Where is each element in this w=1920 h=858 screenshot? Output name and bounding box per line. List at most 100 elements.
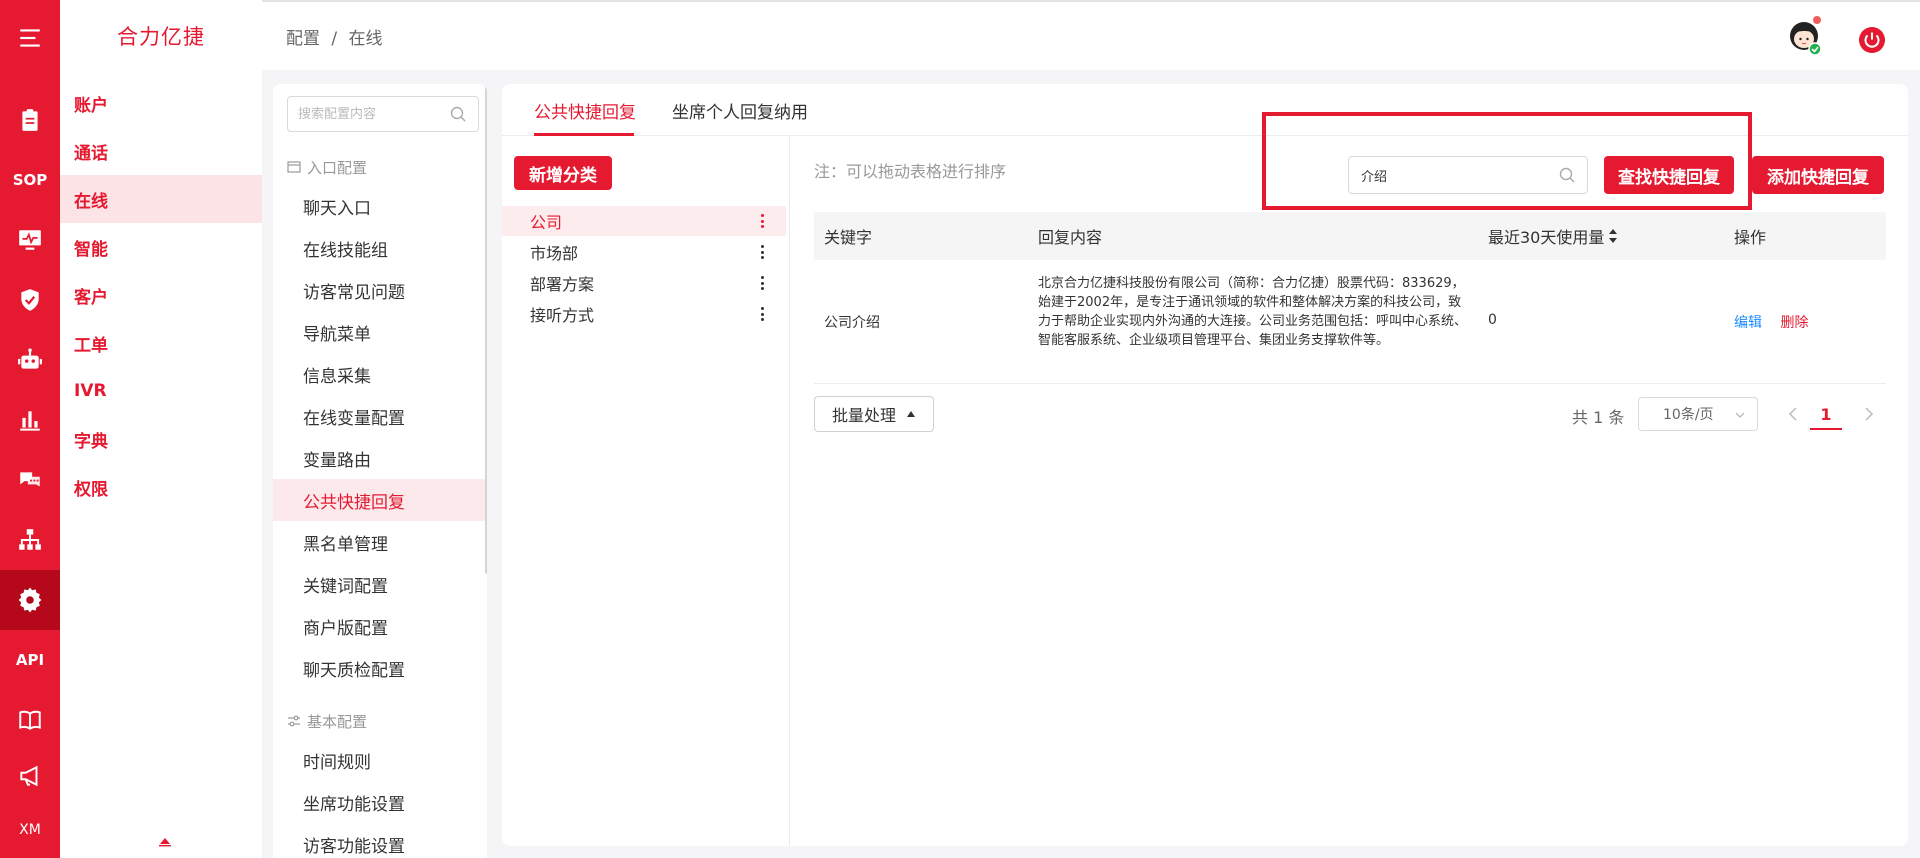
xm-label: XM xyxy=(19,822,41,838)
monitor-icon[interactable] xyxy=(0,216,60,264)
clipboard-icon[interactable] xyxy=(0,96,60,144)
megaphone-icon[interactable] xyxy=(0,752,60,800)
config-item-online-variables[interactable]: 在线变量配置 xyxy=(273,395,487,437)
config-item-nav-menu[interactable]: 导航菜单 xyxy=(273,311,487,353)
tab-agent-personal-reply[interactable]: 坐席个人回复纳用 xyxy=(672,98,808,136)
config-item-online-skill-group[interactable]: 在线技能组 xyxy=(273,227,487,269)
config-scrollbar[interactable] xyxy=(485,84,487,574)
nav-item-ivr[interactable]: IVR xyxy=(60,367,262,415)
config-item-chat-qa[interactable]: 聊天质检配置 xyxy=(273,647,487,689)
chevron-down-icon xyxy=(1735,412,1745,418)
chat-icon[interactable] xyxy=(0,456,60,504)
breadcrumb: 配置 / 在线 xyxy=(286,24,389,49)
config-item-visitor-faq[interactable]: 访客常见问题 xyxy=(273,269,487,311)
nav-item-customer[interactable]: 客户 xyxy=(60,271,262,319)
brand-title: 合力亿捷 xyxy=(117,25,205,49)
more-vertical-icon[interactable] xyxy=(758,206,766,236)
column-header-usage-label: 最近30天使用量 xyxy=(1488,228,1605,247)
group-title-label: 入口配置 xyxy=(307,158,368,177)
page-size-select[interactable]: 10条/页 xyxy=(1638,397,1758,431)
group-title-basic: 基本配置 xyxy=(287,710,367,732)
chevron-left-icon[interactable] xyxy=(1786,404,1800,424)
edit-link[interactable]: 编辑 xyxy=(1734,315,1762,331)
sliders-icon xyxy=(288,715,300,727)
shield-icon[interactable] xyxy=(0,276,60,324)
caret-up-icon xyxy=(907,411,915,417)
total-count: 共 1 条 xyxy=(1572,408,1625,427)
quick-reply-search-input[interactable] xyxy=(1348,156,1588,194)
page-size-value: 10条/页 xyxy=(1663,407,1714,423)
config-item-time-rules[interactable]: 时间规则 xyxy=(273,739,487,781)
more-vertical-icon[interactable] xyxy=(758,268,766,298)
config-item-public-quick-reply[interactable]: 公共快捷回复 xyxy=(273,479,487,521)
table-row[interactable]: 公司介绍 北京合力亿捷科技股份有限公司（简称：合力亿捷）股票代码：833629，… xyxy=(814,260,1886,384)
sop-nav[interactable]: SOP xyxy=(0,156,60,204)
api-label: API xyxy=(15,651,45,669)
category-label: 部署方案 xyxy=(530,275,595,294)
config-item-info-collection[interactable]: 信息采集 xyxy=(273,353,487,395)
api-nav[interactable]: API xyxy=(0,636,60,684)
category-item[interactable]: 接听方式 xyxy=(502,299,786,329)
main-panel: 公共快捷回复 坐席个人回复纳用 新增分类 公司 市场部 部署方案 接听方式 注：… xyxy=(502,84,1908,846)
breadcrumb-online: 在线 xyxy=(348,29,383,49)
find-quick-reply-button[interactable]: 查找快捷回复 xyxy=(1604,156,1734,194)
robot-icon[interactable] xyxy=(0,336,60,384)
batch-action-button[interactable]: 批量处理 xyxy=(814,396,934,432)
config-item-merchant[interactable]: 商户版配置 xyxy=(273,605,487,647)
tab-public-quick-reply[interactable]: 公共快捷回复 xyxy=(534,98,636,136)
nav-item-account[interactable]: 账户 xyxy=(60,79,262,127)
power-icon[interactable] xyxy=(1858,26,1886,54)
add-quick-reply-button[interactable]: 添加快捷回复 xyxy=(1752,156,1884,194)
category-label: 市场部 xyxy=(530,244,579,263)
category-item[interactable]: 部署方案 xyxy=(502,268,786,298)
window-icon xyxy=(287,161,301,173)
sop-label: SOP xyxy=(12,171,48,189)
column-header-content: 回复内容 xyxy=(1038,228,1103,247)
nav-item-online[interactable]: 在线 xyxy=(60,175,262,223)
config-menu-panel: 入口配置 聊天入口 在线技能组 访客常见问题 导航菜单 信息采集 在线变量配置 … xyxy=(273,84,487,858)
collapse-caret-icon[interactable] xyxy=(158,834,172,848)
sort-icon[interactable] xyxy=(1608,228,1618,244)
org-chart-icon[interactable] xyxy=(0,516,60,564)
config-item-blacklist[interactable]: 黑名单管理 xyxy=(273,521,487,563)
book-icon[interactable] xyxy=(0,696,60,744)
column-header-keyword: 关键字 xyxy=(824,228,873,247)
more-vertical-icon[interactable] xyxy=(758,237,766,267)
add-category-button[interactable]: 新增分类 xyxy=(514,156,612,190)
category-item[interactable]: 市场部 xyxy=(502,237,786,267)
xm-nav[interactable]: XM xyxy=(0,806,60,854)
nav-item-smart[interactable]: 智能 xyxy=(60,223,262,271)
gear-icon[interactable] xyxy=(0,570,60,630)
config-item-agent-features[interactable]: 坐席功能设置 xyxy=(273,781,487,823)
avatar[interactable] xyxy=(1786,16,1826,56)
more-vertical-icon[interactable] xyxy=(758,299,766,329)
top-header: 配置 / 在线 xyxy=(262,2,1920,70)
nav-item-permission[interactable]: 权限 xyxy=(60,463,262,511)
search-icon[interactable] xyxy=(1558,166,1576,184)
nav-item-call[interactable]: 通话 xyxy=(60,127,262,175)
menu-icon[interactable] xyxy=(0,14,60,62)
breadcrumb-config[interactable]: 配置 xyxy=(286,29,320,49)
bar-chart-icon[interactable] xyxy=(0,396,60,444)
config-item-keywords[interactable]: 关键词配置 xyxy=(273,563,487,605)
category-label: 公司 xyxy=(530,213,563,232)
icon-rail: SOP API XM xyxy=(0,0,60,858)
nav-item-dictionary[interactable]: 字典 xyxy=(60,415,262,463)
category-item[interactable]: 公司 xyxy=(502,206,786,236)
cell-content: 北京合力亿捷科技股份有限公司（简称：合力亿捷）股票代码：833629，始建于20… xyxy=(1038,276,1468,348)
breadcrumb-separator: / xyxy=(331,29,338,49)
config-item-visitor-features[interactable]: 访客功能设置 xyxy=(273,823,487,858)
page-number-current[interactable]: 1 xyxy=(1810,400,1842,430)
cell-keyword: 公司介绍 xyxy=(824,315,880,331)
nav-item-ticket[interactable]: 工单 xyxy=(60,319,262,367)
table-header: 关键字 回复内容 最近30天使用量 操作 xyxy=(814,212,1886,260)
drag-sort-note: 注：可以拖动表格进行排序 xyxy=(814,162,1007,181)
config-item-variable-routing[interactable]: 变量路由 xyxy=(273,437,487,479)
row-actions: 编辑 删除 xyxy=(1734,312,1808,332)
chevron-right-icon[interactable] xyxy=(1862,404,1876,424)
column-header-usage[interactable]: 最近30天使用量 xyxy=(1488,212,1618,260)
batch-action-label: 批量处理 xyxy=(831,406,896,425)
search-icon[interactable] xyxy=(449,105,467,123)
config-item-chat-entry[interactable]: 聊天入口 xyxy=(273,185,487,227)
delete-link[interactable]: 删除 xyxy=(1780,315,1808,331)
